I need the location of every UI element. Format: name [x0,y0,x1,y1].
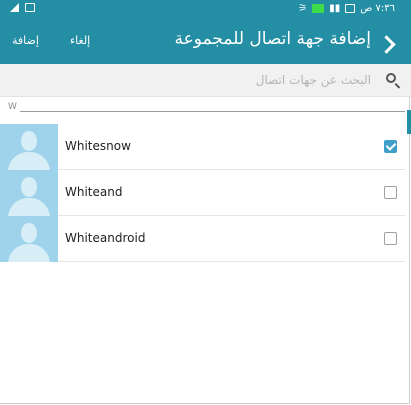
wifi-off-icon: ⚞ [298,3,308,14]
chevron-back-icon[interactable] [377,35,396,54]
status-time: ٧:٣٦ ص [360,3,395,14]
section-header: W [8,102,17,112]
avatar-head-icon [21,177,37,197]
avatar [0,216,58,262]
contact-checkbox[interactable] [384,186,397,199]
search-bar[interactable]: البحث عن جهات اتصال [0,64,411,97]
contact-checkbox[interactable] [384,140,397,153]
screenshot-icon [25,3,35,12]
avatar [0,124,58,170]
status-left-icons: ⚞ ▮▮ ٧:٣٦ ص [298,3,395,14]
avatar-body-icon [8,244,50,262]
contact-row[interactable]: Whiteand [0,170,405,216]
avatar-head-icon [21,131,37,151]
contact-name: Whiteand [65,185,123,199]
search-icon [386,73,396,83]
avatar [0,170,58,216]
avatar-body-icon [8,152,50,170]
battery-icon [312,4,325,13]
contact-name: Whitesnow [65,139,131,153]
avatar-head-icon [21,223,37,243]
contact-checkbox[interactable] [384,232,397,245]
page-title: إضافة جهة اتصال للمجموعة [174,29,371,49]
scrollbar[interactable] [407,110,411,134]
avatar-body-icon [8,198,50,216]
status-bar: ⚞ ▮▮ ٧:٣٦ ص [0,0,411,20]
status-right-icons [10,3,35,12]
cell-signal-icon: ▮▮ [329,3,341,14]
contact-name: Whiteandroid [65,231,146,245]
app-bar: إضافة إلغاء إضافة جهة اتصال للمجموعة [0,20,411,64]
contact-row[interactable]: Whitesnow [0,124,405,170]
signal-icon [10,3,19,12]
cancel-button[interactable]: إلغاء [70,34,90,47]
add-button[interactable]: إضافة [12,34,39,47]
contact-row[interactable]: Whiteandroid [0,216,405,262]
search-input[interactable]: البحث عن جهات اتصال [256,73,371,87]
section-divider [20,111,405,112]
sim-icon [345,4,356,13]
